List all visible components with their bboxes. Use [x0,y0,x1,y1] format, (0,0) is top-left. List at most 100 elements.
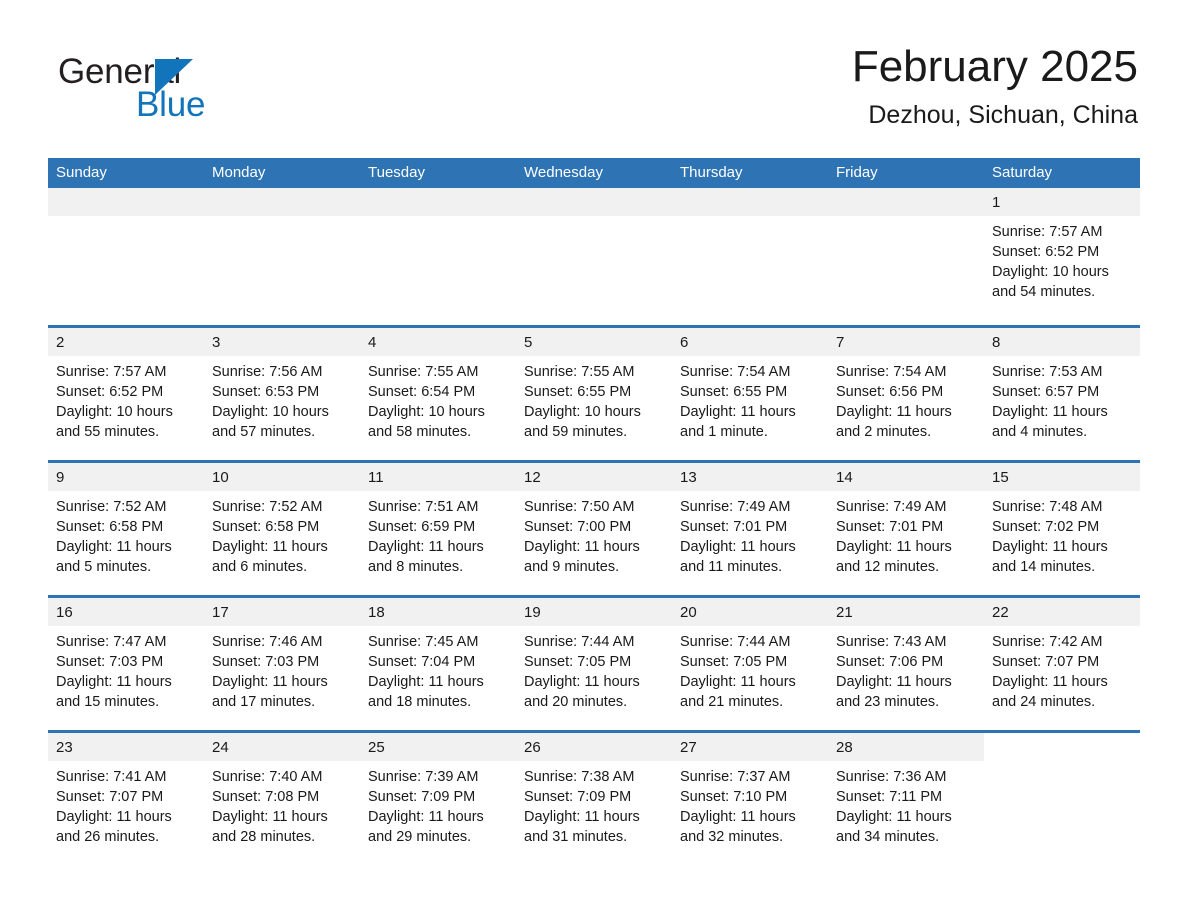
day-box: 20 Sunrise: 7:44 AM Sunset: 7:05 PM Dayligh… [672,597,828,730]
sunrise-text: Sunrise: 7:47 AM [56,633,167,650]
day-details: Sunrise: 7:39 AM Sunset: 7:09 PM Daylight:… [360,761,516,847]
sunrise-text: Sunrise: 7:44 AM [680,633,791,650]
day-box: 4 Sunrise: 7:55 AM Sunset: 6:54 PM Daylight… [360,327,516,460]
day-box: 22 Sunrise: 7:42 AM Sunset: 7:07 PM Dayligh… [984,597,1140,730]
calendar-day-cell-empty [672,188,828,326]
calendar-day-cell[interactable]: 19 Sunrise: 7:44 AM Sunset: 7:05 PM Dayligh… [516,594,672,731]
sunrise-text: Sunrise: 7:46 AM [212,633,323,650]
day-number: 16 [48,597,204,626]
general-blue-logo[interactable]: General Blue [58,52,328,142]
calendar-day-cell[interactable]: 20 Sunrise: 7:44 AM Sunset: 7:05 PM Dayligh… [672,594,828,731]
calendar-day-cell[interactable]: 6 Sunrise: 7:54 AM Sunset: 6:55 PM Daylight… [672,324,828,461]
sunrise-text: Sunrise: 7:36 AM [836,768,947,785]
sunset-text: Sunset: 6:52 PM [992,244,1100,260]
day-number: 13 [672,462,828,491]
weekday-header-row: Sunday Monday Tuesday Wednesday Thursday… [48,158,1140,188]
sunset-text: Sunset: 7:07 PM [56,788,164,805]
daylight-text: Daylight: 11 hours and 24 minutes. [992,673,1108,710]
day-number [204,188,360,216]
calendar-day-cell[interactable]: 13 Sunrise: 7:49 AM Sunset: 7:01 PM Dayligh… [672,459,828,596]
day-number [48,188,204,216]
sunset-text: Sunset: 7:04 PM [368,653,476,670]
calendar-day-cell[interactable]: 11 Sunrise: 7:51 AM Sunset: 6:59 PM Dayligh… [360,459,516,596]
day-number: 7 [828,327,984,356]
day-box [516,188,672,325]
calendar-day-cell[interactable]: 10 Sunrise: 7:52 AM Sunset: 6:58 PM Dayligh… [204,459,360,596]
daylight-text: Daylight: 11 hours and 18 minutes. [368,673,484,710]
calendar-day-cell[interactable]: 7 Sunrise: 7:54 AM Sunset: 6:56 PM Daylight… [828,324,984,461]
calendar-day-cell[interactable]: 2 Sunrise: 7:57 AM Sunset: 6:52 PM Daylight… [48,324,204,461]
sunrise-text: Sunrise: 7:55 AM [524,363,635,380]
day-number: 17 [204,597,360,626]
sunset-text: Sunset: 7:02 PM [992,518,1100,535]
weekday-header-thursday: Thursday [672,158,828,188]
calendar-day-cell[interactable]: 27 Sunrise: 7:37 AM Sunset: 7:10 PM Dayligh… [672,729,828,866]
calendar-table: Sunday Monday Tuesday Wednesday Thursday… [48,158,1140,866]
day-number: 15 [984,462,1140,491]
calendar-day-cell[interactable]: 15 Sunrise: 7:48 AM Sunset: 7:02 PM Dayligh… [984,459,1140,596]
location-subtitle: Dezhou, Sichuan, China [868,101,1138,129]
day-details: Sunrise: 7:57 AM Sunset: 6:52 PM Daylight:… [984,216,1140,302]
day-number: 20 [672,597,828,626]
sunrise-text: Sunrise: 7:37 AM [680,768,791,785]
calendar-day-cell[interactable]: 25 Sunrise: 7:39 AM Sunset: 7:09 PM Dayligh… [360,729,516,866]
daylight-text: Daylight: 11 hours and 29 minutes. [368,808,484,845]
calendar-day-cell[interactable]: 16 Sunrise: 7:47 AM Sunset: 7:03 PM Dayligh… [48,594,204,731]
day-number: 23 [48,732,204,761]
day-box: 11 Sunrise: 7:51 AM Sunset: 6:59 PM Dayligh… [360,462,516,595]
sunrise-text: Sunrise: 7:39 AM [368,768,479,785]
daylight-text: Daylight: 10 hours and 59 minutes. [524,403,641,440]
calendar-day-cell[interactable]: 8 Sunrise: 7:53 AM Sunset: 6:57 PM Daylight… [984,324,1140,461]
calendar-day-cell[interactable]: 28 Sunrise: 7:36 AM Sunset: 7:11 PM Dayligh… [828,729,984,866]
sunset-text: Sunset: 7:08 PM [212,788,320,805]
calendar-day-cell[interactable]: 14 Sunrise: 7:49 AM Sunset: 7:01 PM Dayligh… [828,459,984,596]
day-number: 28 [828,732,984,761]
daylight-text: Daylight: 11 hours and 12 minutes. [836,538,952,575]
sunrise-text: Sunrise: 7:48 AM [992,498,1103,515]
logo-text-blue: Blue [136,85,206,124]
daylight-text: Daylight: 11 hours and 26 minutes. [56,808,172,845]
day-details: Sunrise: 7:42 AM Sunset: 7:07 PM Daylight:… [984,626,1140,712]
daylight-text: Daylight: 10 hours and 57 minutes. [212,403,329,440]
day-number [360,188,516,216]
daylight-text: Daylight: 11 hours and 5 minutes. [56,538,172,575]
calendar-day-cell-empty [984,729,1140,866]
day-number [672,188,828,216]
day-number: 19 [516,597,672,626]
calendar-day-cell[interactable]: 1 Sunrise: 7:57 AM Sunset: 6:52 PM Daylight… [984,188,1140,326]
calendar-day-cell[interactable]: 23 Sunrise: 7:41 AM Sunset: 7:07 PM Dayligh… [48,729,204,866]
daylight-text: Daylight: 11 hours and 14 minutes. [992,538,1108,575]
sunset-text: Sunset: 6:53 PM [212,383,320,400]
sunset-text: Sunset: 6:55 PM [524,383,632,400]
day-box [828,188,984,325]
daylight-text: Daylight: 11 hours and 28 minutes. [212,808,328,845]
day-number: 10 [204,462,360,491]
calendar-day-cell-empty [204,188,360,326]
daylight-text: Daylight: 11 hours and 31 minutes. [524,808,640,845]
sunrise-text: Sunrise: 7:42 AM [992,633,1103,650]
day-number: 27 [672,732,828,761]
sunset-text: Sunset: 7:09 PM [524,788,632,805]
calendar-day-cell[interactable]: 5 Sunrise: 7:55 AM Sunset: 6:55 PM Daylight… [516,324,672,461]
calendar-day-cell[interactable]: 3 Sunrise: 7:56 AM Sunset: 6:53 PM Daylight… [204,324,360,461]
sunset-text: Sunset: 6:58 PM [56,518,164,535]
calendar-day-cell[interactable]: 17 Sunrise: 7:46 AM Sunset: 7:03 PM Dayligh… [204,594,360,731]
calendar-day-cell[interactable]: 26 Sunrise: 7:38 AM Sunset: 7:09 PM Dayligh… [516,729,672,866]
day-number: 24 [204,732,360,761]
day-details: Sunrise: 7:49 AM Sunset: 7:01 PM Daylight:… [828,491,984,577]
calendar-day-cell[interactable]: 24 Sunrise: 7:40 AM Sunset: 7:08 PM Dayligh… [204,729,360,866]
day-box: 16 Sunrise: 7:47 AM Sunset: 7:03 PM Dayligh… [48,597,204,730]
day-number: 1 [984,188,1140,216]
calendar-day-cell[interactable]: 9 Sunrise: 7:52 AM Sunset: 6:58 PM Daylight… [48,459,204,596]
calendar-day-cell[interactable]: 18 Sunrise: 7:45 AM Sunset: 7:04 PM Dayligh… [360,594,516,731]
calendar-day-cell[interactable]: 4 Sunrise: 7:55 AM Sunset: 6:54 PM Daylight… [360,324,516,461]
calendar-day-cell[interactable]: 21 Sunrise: 7:43 AM Sunset: 7:06 PM Dayligh… [828,594,984,731]
day-details: Sunrise: 7:40 AM Sunset: 7:08 PM Daylight:… [204,761,360,847]
daylight-text: Daylight: 11 hours and 9 minutes. [524,538,640,575]
sunset-text: Sunset: 6:59 PM [368,518,476,535]
day-number: 5 [516,327,672,356]
day-number: 8 [984,327,1140,356]
calendar-day-cell[interactable]: 22 Sunrise: 7:42 AM Sunset: 7:07 PM Dayligh… [984,594,1140,731]
calendar-day-cell[interactable]: 12 Sunrise: 7:50 AM Sunset: 7:00 PM Dayligh… [516,459,672,596]
day-details: Sunrise: 7:51 AM Sunset: 6:59 PM Daylight:… [360,491,516,577]
